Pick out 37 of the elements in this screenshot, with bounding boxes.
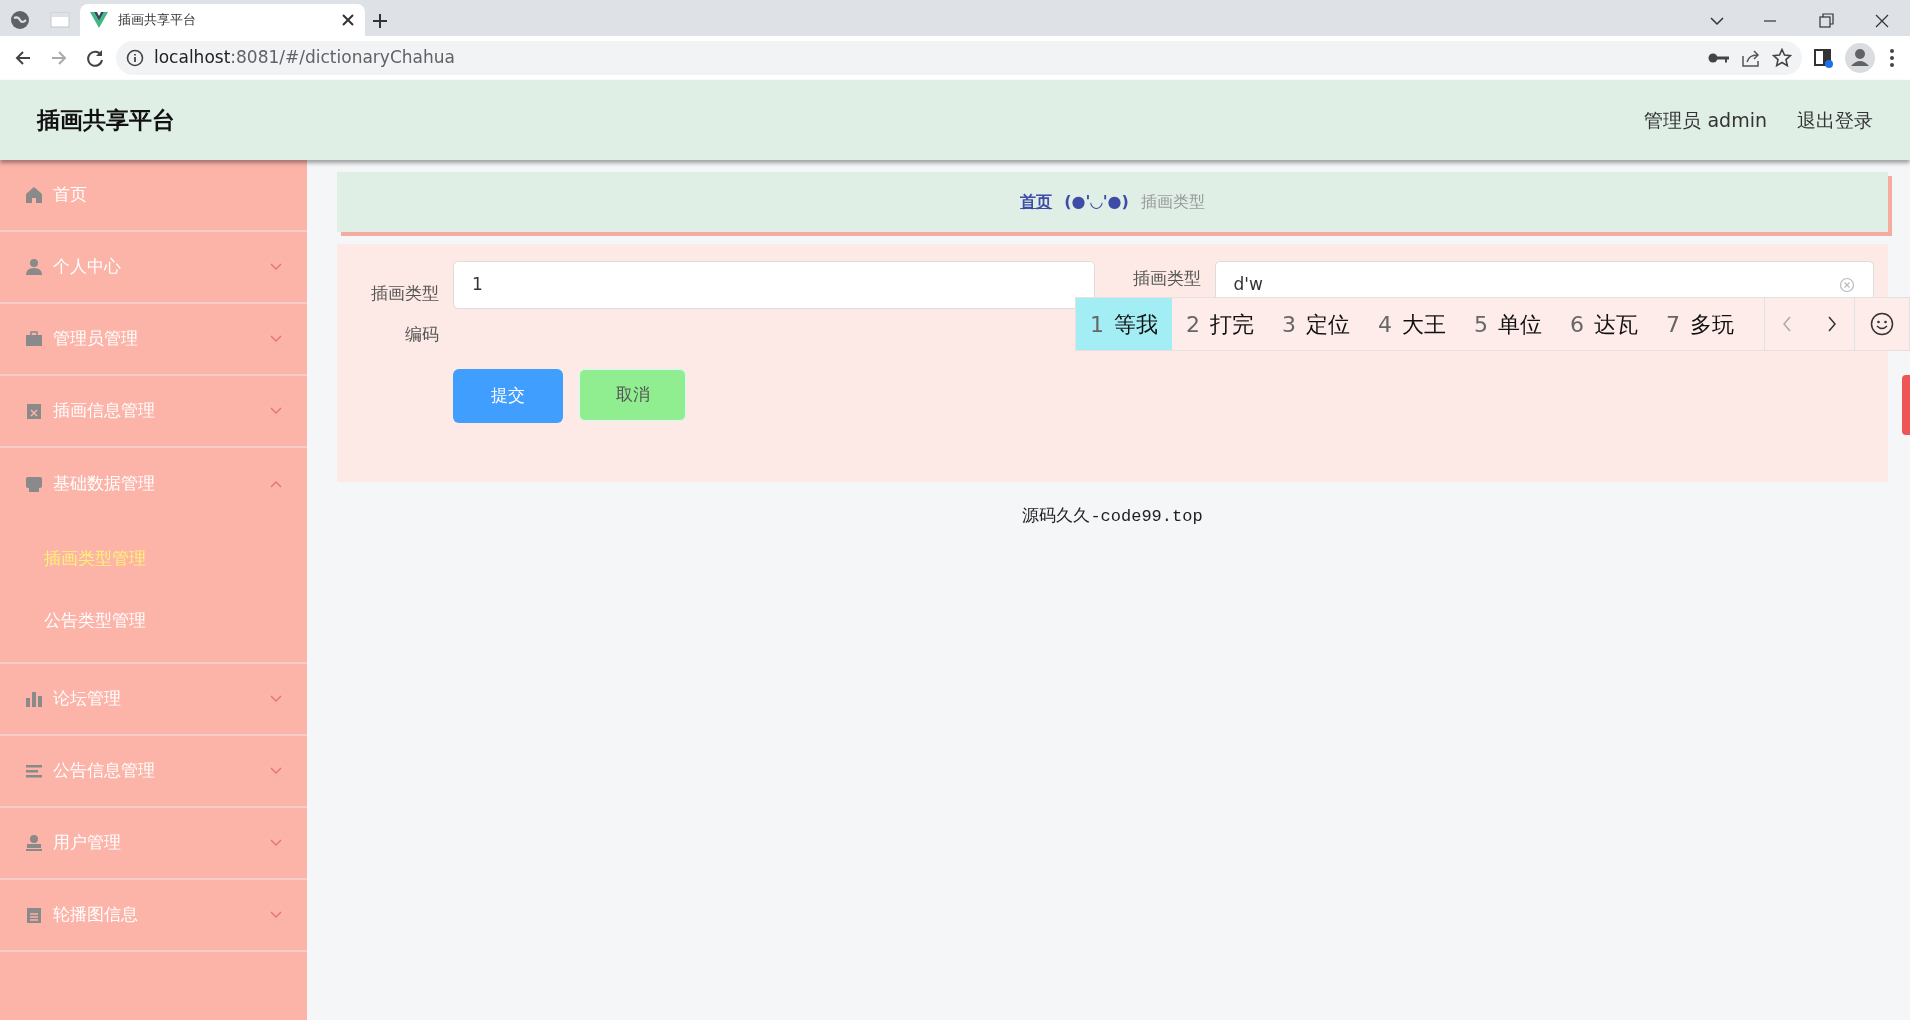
logout-link[interactable]: 退出登录 <box>1797 105 1873 135</box>
browser-tab[interactable]: 插画共享平台 <box>80 4 365 36</box>
person-icon <box>25 258 43 276</box>
chevron-left-icon <box>1782 316 1792 332</box>
tab-title: 插画共享平台 <box>118 11 197 30</box>
share-icon[interactable] <box>1740 48 1762 68</box>
close-icon[interactable] <box>341 13 355 27</box>
user-link[interactable]: 管理员 admin <box>1644 105 1767 135</box>
clipboard-icon <box>25 402 43 420</box>
stamp-icon <box>25 834 43 852</box>
home-icon <box>25 186 43 204</box>
field-label: 插画类型 <box>1131 267 1202 290</box>
url-text: localhost:8081/#/dictionaryChahua <box>154 46 455 70</box>
star-icon[interactable] <box>1772 48 1792 68</box>
footer-text: 源码久久-code99.top <box>1021 506 1204 528</box>
profile-icon[interactable] <box>1844 42 1876 74</box>
globe-icon[interactable] <box>10 10 30 30</box>
cancel-button[interactable]: 取消 <box>579 368 686 421</box>
ime-candidate[interactable]: 1 等我 <box>1076 298 1172 350</box>
breadcrumb-current: 插画类型 <box>1140 191 1205 213</box>
v-logo-icon <box>90 12 108 28</box>
list-icon <box>25 762 43 780</box>
key-icon[interactable] <box>1708 51 1730 65</box>
smiley-icon <box>1870 312 1894 336</box>
bar-chart-icon <box>25 690 43 708</box>
app-title: 插画共享平台 <box>37 105 175 135</box>
scroll-handle[interactable] <box>1902 375 1910 435</box>
briefcase-icon <box>25 330 43 348</box>
clipboard-icon <box>25 906 43 924</box>
monitor-icon <box>25 475 43 493</box>
chevron-right-icon <box>1826 316 1837 332</box>
input-field[interactable]: 1 <box>453 261 1095 309</box>
breadcrumb-link[interactable]: 首页 <box>1020 190 1053 214</box>
field-label: 插画类型编码 <box>370 282 440 346</box>
info-icon[interactable] <box>126 49 144 67</box>
address-bar[interactable]: localhost:8081/#/dictionaryChahua <box>116 41 1802 75</box>
breadcrumb-separator: (●'◡'●) <box>1064 191 1129 213</box>
